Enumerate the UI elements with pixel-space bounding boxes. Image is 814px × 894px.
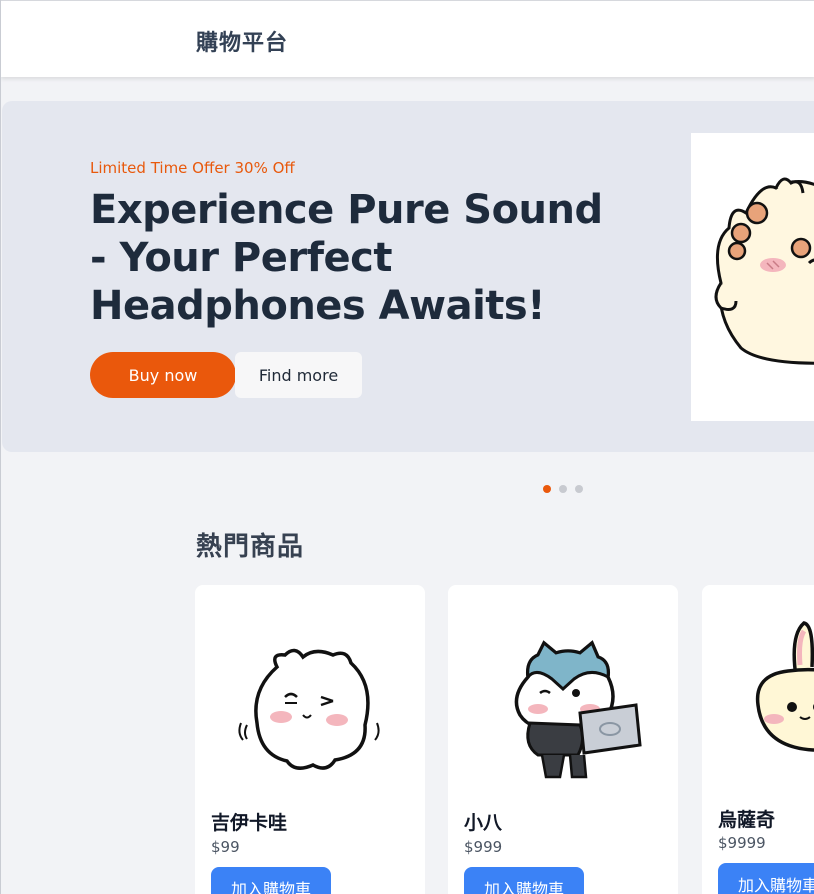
brand-logo[interactable]: 購物平台	[196, 25, 288, 57]
hero-image	[691, 133, 814, 421]
product-price: $9999	[718, 834, 766, 852]
hero-headline: Experience Pure Sound - Your Perfect Hea…	[90, 187, 603, 329]
find-more-button[interactable]: Find more	[235, 352, 362, 398]
product-name: 吉伊卡哇	[211, 812, 288, 834]
product-card[interactable]: 烏薩奇 $9999 加入購物車	[702, 585, 814, 894]
hachiware-laptop-icon	[514, 640, 642, 779]
buy-now-button[interactable]: Buy now	[90, 352, 236, 398]
usagi-rabbit-icon	[755, 621, 814, 752]
product-card[interactable]: 小八 $999 加入購物車	[448, 585, 678, 894]
promo-label: Limited Time Offer 30% Off	[90, 159, 295, 177]
product-card[interactable]: 吉伊卡哇 $99 加入購物車	[195, 585, 425, 894]
product-image	[215, 605, 405, 795]
hamster-character-icon	[714, 177, 814, 365]
product-image	[718, 595, 814, 785]
add-to-cart-button[interactable]: 加入購物車	[464, 867, 584, 894]
chiikawa-icon	[238, 648, 380, 770]
section-title: 熱門商品	[196, 532, 305, 562]
top-navbar: 購物平台	[1, 0, 814, 77]
product-name: 小八	[464, 812, 503, 834]
add-to-cart-button[interactable]: 加入購物車	[211, 867, 331, 894]
carousel-dot-3[interactable]	[575, 485, 583, 493]
product-price: $999	[464, 838, 503, 856]
add-to-cart-button[interactable]: 加入購物車	[718, 863, 814, 894]
page: 購物平台 Limited Time Offer 30% Off Experien…	[0, 0, 814, 894]
carousel-dot-2[interactable]	[559, 485, 567, 493]
product-image	[468, 605, 658, 795]
product-price: $99	[211, 838, 240, 856]
product-name: 烏薩奇	[718, 809, 776, 831]
carousel-dot-1[interactable]	[543, 485, 551, 493]
